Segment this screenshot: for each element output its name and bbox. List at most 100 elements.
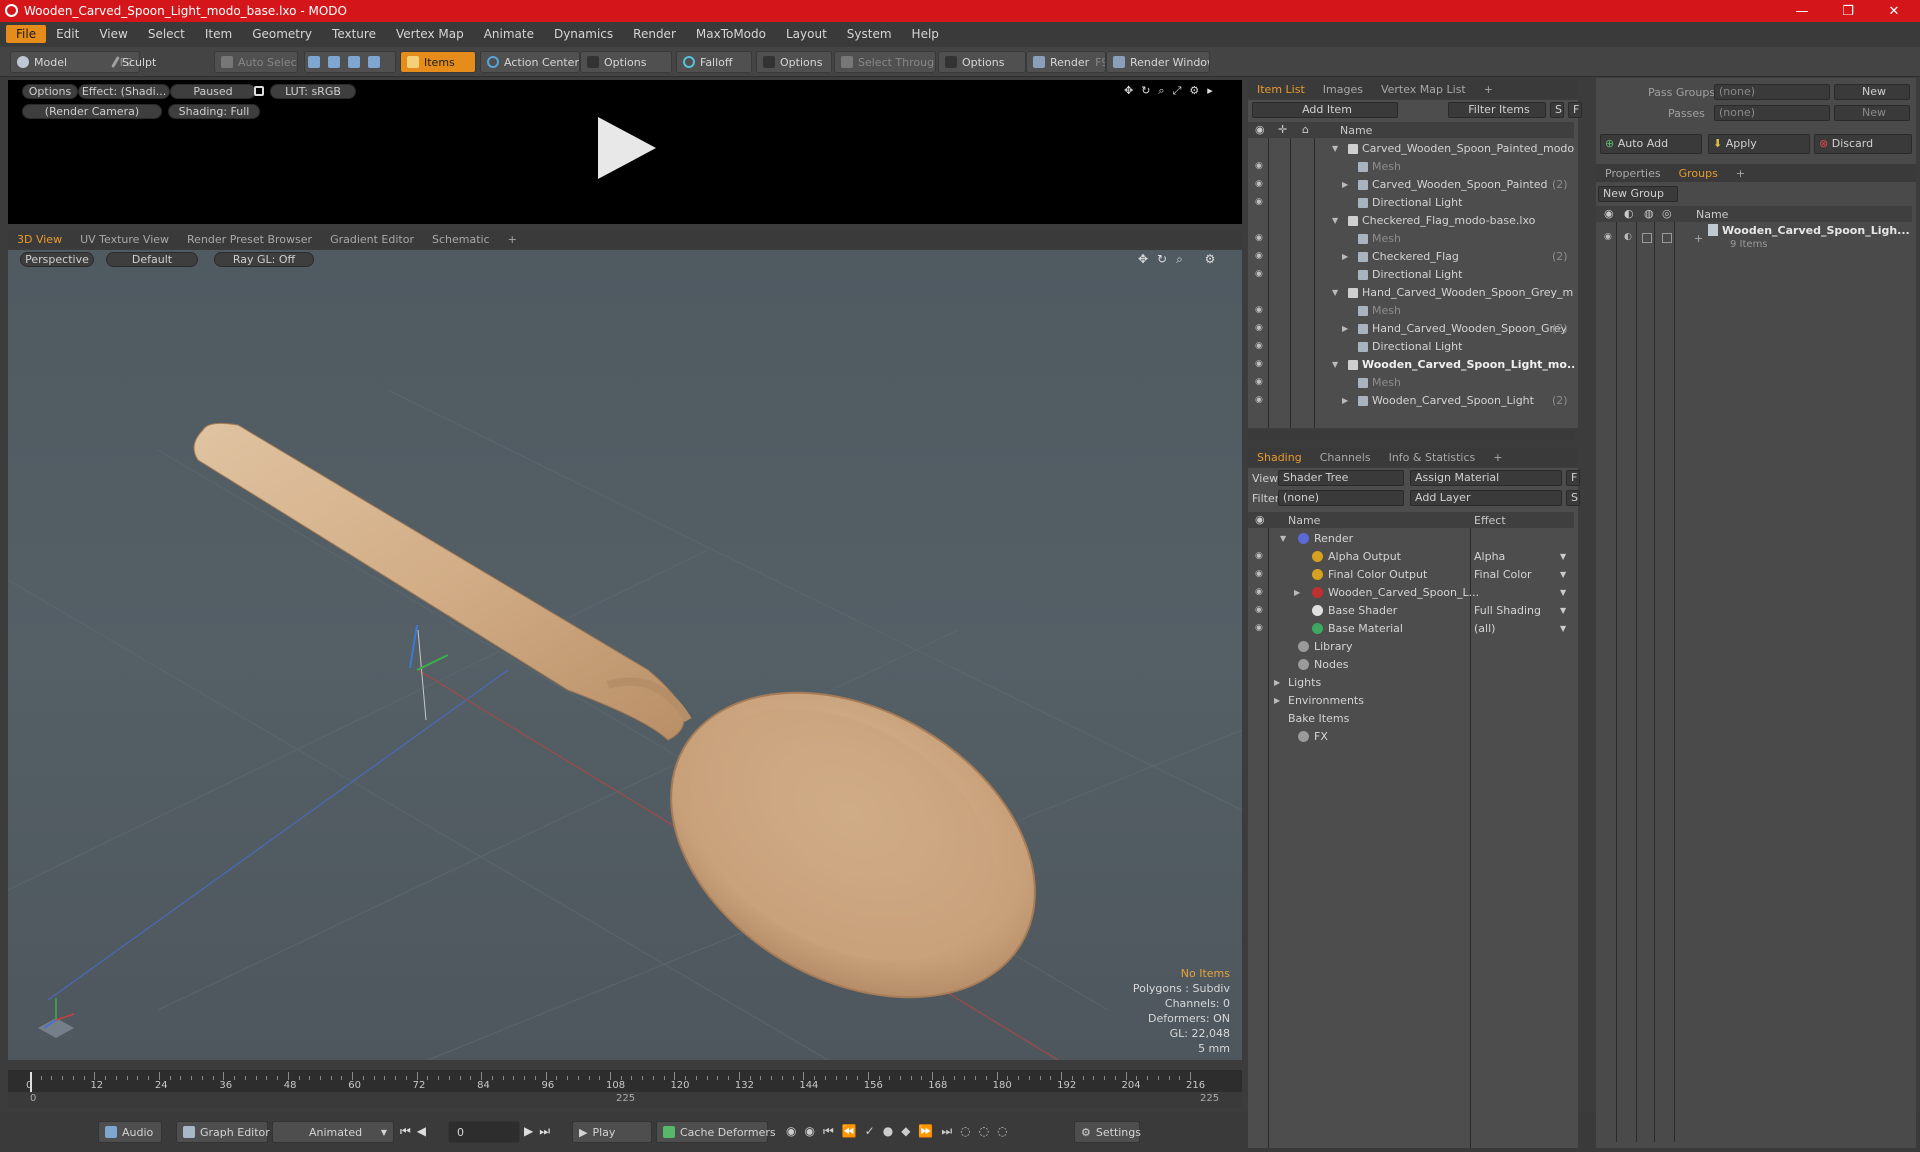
visibility-eye-icon[interactable]: ◉ (1255, 377, 1265, 387)
chevron-down-icon[interactable]: ▼ (1560, 606, 1566, 615)
expand-arrow-icon[interactable]: ▼ (1280, 534, 1286, 543)
preview-effect-dropdown[interactable]: Effect: (Shadi... (78, 84, 170, 99)
shader-view-dropdown[interactable]: Shader Tree (1278, 470, 1404, 486)
shading-s-button[interactable]: S (1566, 490, 1580, 506)
expand-arrow-icon[interactable]: ▶ (1274, 678, 1280, 687)
step-back-icons[interactable]: ⏮◀ (400, 1124, 432, 1139)
menu-animate[interactable]: Animate (474, 25, 544, 43)
shader-tree-row[interactable]: ◉ Alpha Output Alpha ▼ (1248, 548, 1574, 566)
expand-arrow-icon[interactable]: ▶ (1342, 180, 1348, 189)
add-item-dropdown[interactable]: Add Item (1252, 102, 1398, 118)
visibility-eye-icon[interactable]: ◉ (1255, 341, 1265, 351)
frame-field[interactable]: 0 (448, 1121, 520, 1143)
view-tab-3[interactable]: Gradient Editor (321, 231, 423, 248)
menu-render[interactable]: Render (623, 25, 686, 43)
visibility-eye-icon[interactable]: ◉ (1255, 323, 1265, 333)
select-through-button[interactable]: Select Through (834, 51, 936, 73)
falloff-button[interactable]: Falloff (676, 51, 752, 73)
timeline-range-bar[interactable]: 0 225 225 (8, 1092, 1242, 1108)
visibility-eye-icon[interactable]: ◉ (1255, 251, 1265, 261)
item-list-tab-1[interactable]: Images (1314, 81, 1372, 98)
menu-system[interactable]: System (837, 25, 902, 43)
item-list-row[interactable]: ◉ Mesh (1248, 230, 1574, 248)
view-tab-1[interactable]: UV Texture View (71, 231, 178, 248)
chevron-down-icon[interactable]: ▼ (1560, 624, 1566, 633)
item-list-f-button[interactable]: F (1568, 102, 1582, 118)
right-tab-1[interactable]: Groups (1670, 165, 1727, 182)
shading-tab-0[interactable]: Shading (1248, 449, 1311, 466)
menu-edit[interactable]: Edit (46, 25, 89, 43)
shader-tree-row[interactable]: ◉ Final Color Output Final Color ▼ (1248, 566, 1574, 584)
shader-tree-row[interactable]: Nodes (1248, 656, 1574, 674)
vertex-mode-icon[interactable] (308, 56, 320, 68)
item-list-row[interactable]: ◉ ▼ Wooden_Carved_Spoon_Light_mo... (1248, 356, 1574, 374)
apply-button[interactable]: ⬇ Apply (1708, 134, 1810, 154)
shading-tab-3[interactable]: + (1484, 449, 1511, 466)
3d-viewport[interactable]: Perspective Default Ray GL: Off ✥↻⌕ ⚙ No… (8, 250, 1242, 1060)
shader-effect-value[interactable]: Final Color (1474, 568, 1532, 581)
lock-checkbox[interactable] (1642, 233, 1652, 243)
items-mode-button[interactable]: Items (400, 51, 476, 73)
visibility-eye-icon[interactable]: ◉ (1255, 605, 1265, 615)
action-center-options-button[interactable]: Options (580, 51, 672, 73)
visibility-eye-icon[interactable]: ◉ (1255, 269, 1265, 279)
expand-arrow-icon[interactable]: ▶ (1294, 588, 1300, 597)
passes-dropdown[interactable]: (none) (1714, 105, 1830, 121)
step-forward-icons[interactable]: ▶⏭ (524, 1124, 556, 1139)
expand-plus-icon[interactable]: + (1694, 232, 1703, 245)
auto-select-button[interactable]: Auto Select (214, 51, 298, 73)
discard-button[interactable]: ⊗ Discard (1814, 134, 1912, 154)
menu-texture[interactable]: Texture (322, 25, 386, 43)
play-icon[interactable] (590, 113, 660, 183)
shader-filter-dropdown[interactable]: (none) (1278, 490, 1404, 506)
chevron-down-icon[interactable]: ▼ (1560, 570, 1566, 579)
add-layer-dropdown[interactable]: Add Layer (1410, 490, 1562, 506)
visibility-eye-icon[interactable]: ◉ (1255, 197, 1265, 207)
item-list-row[interactable]: ▼ Carved_Wooden_Spoon_Painted_modo ... (1248, 140, 1574, 158)
item-list-row[interactable]: ◉ ▶ Carved_Wooden_Spoon_Painted (2) (1248, 176, 1574, 194)
view-tab-4[interactable]: Schematic (423, 231, 499, 248)
menu-item[interactable]: Item (195, 25, 242, 43)
new-pass-button[interactable]: New (1834, 105, 1910, 121)
expand-arrow-icon[interactable]: ▼ (1332, 288, 1338, 297)
visibility-eye-icon[interactable]: ◉ (1255, 179, 1265, 189)
chevron-down-icon[interactable]: ▼ (1560, 588, 1566, 597)
expand-arrow-icon[interactable]: ▼ (1332, 144, 1338, 153)
visibility-eye-icon[interactable]: ◉ (1255, 305, 1265, 315)
assign-material-dropdown[interactable]: Assign Material (1410, 470, 1562, 486)
preview-lut-dropdown[interactable]: LUT: sRGB (270, 84, 356, 99)
expand-arrow-icon[interactable]: ▼ (1332, 360, 1338, 369)
right-tab-0[interactable]: Properties (1596, 165, 1670, 182)
graph-editor-button[interactable]: Graph Editor (176, 1121, 270, 1143)
visibility-eye-icon[interactable]: ◉ (1255, 395, 1265, 405)
item-list-row[interactable]: ◉ Directional Light (1248, 266, 1574, 284)
material-mode-icon[interactable] (368, 56, 380, 68)
preview-paused-toggle[interactable]: Paused (170, 84, 256, 99)
shader-tree-row[interactable]: ◉ Base Shader Full Shading ▼ (1248, 602, 1574, 620)
render-toggle-icon[interactable]: ◐ (1624, 232, 1632, 242)
menu-select[interactable]: Select (138, 25, 195, 43)
item-list-row[interactable]: ◉ Mesh (1248, 374, 1574, 392)
visibility-eye-icon[interactable]: ◉ (1255, 359, 1265, 369)
menu-file[interactable]: File (6, 25, 47, 43)
item-list-row[interactable]: ◉ ▶ Hand_Carved_Wooden_Spoon_Grey (2) (1248, 320, 1574, 338)
render-window-button[interactable]: Render Window (1106, 51, 1210, 73)
menu-dynamics[interactable]: Dynamics (544, 25, 623, 43)
item-list-row[interactable]: ◉ Mesh (1248, 302, 1574, 320)
timeline-playhead[interactable] (30, 1072, 32, 1092)
auto-add-button[interactable]: ⊕ Auto Add (1600, 134, 1702, 154)
item-list-scrollbar[interactable] (1248, 430, 1574, 440)
eye-icon[interactable]: ◉ (1604, 232, 1612, 242)
view-tab-2[interactable]: Render Preset Browser (178, 231, 321, 248)
shader-tree-row[interactable]: ▶ Environments (1248, 692, 1574, 710)
menu-help[interactable]: Help (902, 25, 949, 43)
edge-mode-icon[interactable] (328, 56, 340, 68)
item-list-tab-3[interactable]: + (1475, 81, 1502, 98)
visibility-eye-icon[interactable]: ◉ (1255, 161, 1265, 171)
item-list-row[interactable]: ▼ Hand_Carved_Wooden_Spoon_Grey_m ... (1248, 284, 1574, 302)
select-through-options-button[interactable]: Options (938, 51, 1026, 73)
sculpt-mode-button[interactable]: Sculpt (108, 51, 200, 73)
shader-tree-row[interactable]: ▼ Render (1248, 530, 1574, 548)
close-button[interactable]: ✕ (1872, 0, 1916, 22)
shader-tree-row[interactable]: ◉ Base Material (all) ▼ (1248, 620, 1574, 638)
